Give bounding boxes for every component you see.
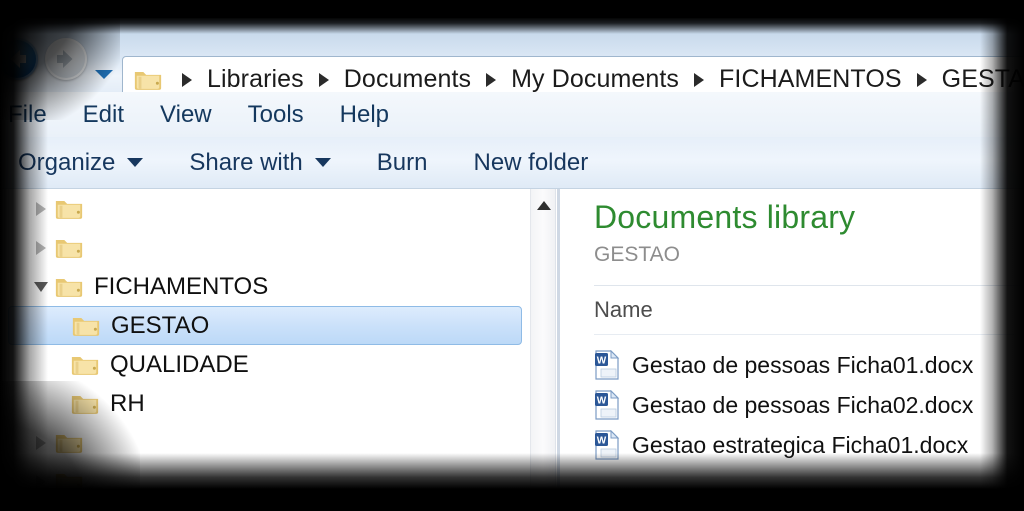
breadcrumb-item-1[interactable]: Documents — [338, 65, 477, 94]
tree-item-rh[interactable]: RH — [0, 384, 530, 423]
svg-text:W: W — [597, 436, 607, 447]
file-name: Gestao estrategica Ficha01.docx — [632, 431, 969, 458]
tree-item-label: RH — [110, 389, 145, 417]
expand-collapse-icon[interactable] — [28, 474, 54, 489]
scroll-up-arrow-icon[interactable] — [537, 201, 551, 210]
share-with-button[interactable]: Share with — [189, 148, 331, 177]
expand-collapse-icon[interactable] — [28, 281, 54, 292]
folder-icon — [55, 279, 83, 297]
tree-item-label: GESTAO — [111, 311, 210, 339]
back-button[interactable] — [0, 38, 38, 80]
svg-text:W: W — [597, 356, 607, 367]
tree-item-label: FICHAMENTOS — [94, 272, 269, 300]
menu-item-file[interactable]: File — [4, 99, 51, 131]
file-list-item[interactable]: W Gestao de pessoas Ficha02.docx — [594, 385, 1024, 425]
breadcrumb-item-4[interactable]: GESTAO — [936, 65, 1024, 94]
tree-item-fichamentos[interactable]: FICHAMENTOS — [0, 267, 530, 306]
file-list-item[interactable]: W Gestao de pessoas Ficha01.docx — [594, 345, 1024, 385]
folder-icon — [55, 240, 83, 258]
folder-icon — [71, 357, 99, 375]
tree-scrollbar[interactable] — [530, 189, 556, 493]
column-header-name[interactable]: Name — [594, 297, 653, 323]
tree-item[interactable] — [0, 423, 530, 462]
expand-collapse-icon[interactable] — [28, 435, 54, 450]
tree-item[interactable] — [0, 189, 530, 228]
menu-item-view[interactable]: View — [156, 99, 216, 131]
explorer-window: Libraries Documents My Documents FICHAME… — [0, 18, 1024, 493]
navigation-bar: Libraries Documents My Documents FICHAME… — [0, 18, 1024, 103]
content-area: FICHAMENTOS GESTAO QUALIDADE RH Document… — [0, 189, 1024, 493]
breadcrumb-separator[interactable] — [486, 72, 497, 87]
folder-icon — [71, 396, 99, 414]
breadcrumb: Libraries Documents My Documents FICHAME… — [173, 65, 1024, 94]
share-with-label: Share with — [189, 148, 303, 176]
tree-item-qualidade[interactable]: QUALIDADE — [0, 345, 530, 384]
breadcrumb-separator — [182, 72, 192, 87]
breadcrumb-separator[interactable] — [318, 72, 329, 87]
svg-text:W: W — [597, 396, 607, 407]
word-document-icon: W — [595, 430, 620, 460]
tree-item-label: QUALIDADE — [110, 350, 249, 378]
menu-item-help[interactable]: Help — [336, 99, 393, 131]
menu-item-tools[interactable]: Tools — [244, 99, 308, 131]
screenshot-root: Libraries Documents My Documents FICHAME… — [0, 0, 1024, 511]
forward-button[interactable] — [45, 38, 87, 80]
breadcrumb-item-0[interactable]: Libraries — [201, 65, 310, 94]
history-dropdown-icon[interactable] — [95, 70, 113, 79]
word-document-icon: W — [595, 390, 620, 420]
burn-label: Burn — [376, 148, 428, 176]
expand-collapse-icon[interactable] — [28, 240, 54, 255]
folder-icon — [72, 318, 100, 336]
chevron-down-icon — [127, 158, 144, 167]
folder-icon — [134, 72, 162, 90]
tree-item-gestao[interactable]: GESTAO — [8, 306, 522, 345]
chevron-down-icon — [314, 158, 331, 167]
tree-item[interactable] — [0, 228, 530, 267]
word-document-icon: W — [595, 350, 620, 380]
organize-label: Organize — [18, 148, 116, 176]
new-folder-button[interactable]: New folder — [473, 149, 588, 177]
header-divider — [594, 285, 1024, 286]
file-name: Gestao de pessoas Ficha02.docx — [632, 391, 974, 418]
expand-collapse-icon[interactable] — [28, 201, 54, 216]
menu-item-edit[interactable]: Edit — [79, 99, 128, 131]
organize-button[interactable]: Organize — [18, 148, 144, 177]
file-name: Gestao de pessoas Ficha01.docx — [632, 351, 974, 378]
breadcrumb-item-3[interactable]: FICHAMENTOS — [713, 65, 908, 94]
command-toolbar: Organize Share with Burn New folder — [0, 137, 1024, 189]
library-subtitle: GESTAO — [594, 243, 680, 266]
new-folder-label: New folder — [473, 148, 589, 176]
folder-icon — [55, 201, 83, 219]
menu-bar: File Edit View Tools Help — [0, 92, 1024, 137]
folder-icon — [55, 474, 83, 492]
column-header-rule — [594, 334, 1024, 335]
file-list-pane: Documents library GESTAO Name W Gestao d… — [560, 189, 1024, 493]
file-list-item[interactable]: W Gestao estrategica Ficha01.docx — [594, 425, 1024, 465]
tree-item[interactable] — [0, 462, 530, 493]
breadcrumb-separator[interactable] — [694, 72, 705, 87]
file-list: W Gestao de pessoas Ficha01.docx W Gesta… — [594, 345, 1024, 465]
navigation-tree-pane: FICHAMENTOS GESTAO QUALIDADE RH — [0, 189, 530, 493]
library-title: Documents library — [594, 199, 856, 235]
burn-button[interactable]: Burn — [377, 149, 428, 177]
breadcrumb-item-2[interactable]: My Documents — [505, 65, 685, 94]
breadcrumb-separator[interactable] — [916, 72, 927, 87]
folder-icon — [55, 435, 83, 453]
